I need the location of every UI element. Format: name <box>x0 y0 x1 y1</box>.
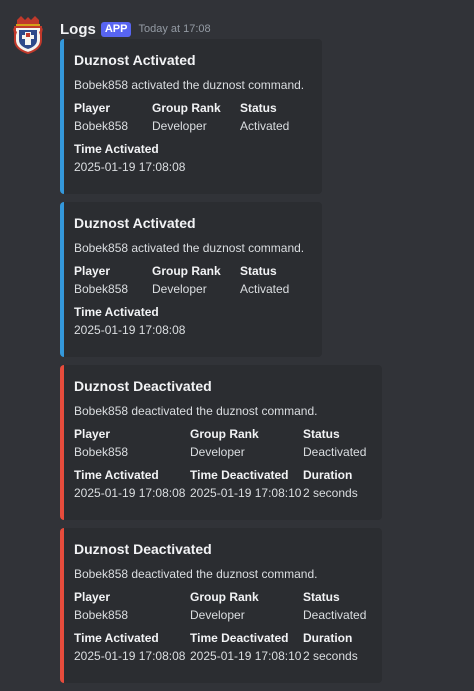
field-value: 2025-01-19 17:08:08 <box>74 323 186 337</box>
field-time-activated: Time Activated 2025-01-19 17:08:08 <box>74 304 185 338</box>
field-group-rank: Group Rank Developer <box>190 589 303 623</box>
field-value: 2025-01-19 17:08:08 <box>74 486 186 500</box>
field-time-activated: Time Activated 2025-01-19 17:08:08 <box>74 467 190 501</box>
embed-activated: Duznost Activated Bobek858 activated the… <box>60 39 322 194</box>
field-time-activated: Time Activated 2025-01-19 17:08:08 <box>74 141 185 175</box>
field-name: Time Activated <box>74 305 159 319</box>
field-player: Player Bobek858 <box>74 426 190 460</box>
field-value: Activated <box>240 119 290 133</box>
message-header: Logs APP Today at 17:08 <box>60 19 211 39</box>
field-value: Deactivated <box>303 608 367 622</box>
field-name: Group Rank <box>190 590 259 604</box>
field-value: 2025-01-19 17:08:08 <box>74 160 186 174</box>
field-name: Time Activated <box>74 631 159 645</box>
bot-message: Logs APP Today at 17:08 Duznost Activate… <box>0 0 474 691</box>
field-value: 2025-01-19 17:08:10 <box>190 649 302 663</box>
field-name: Group Rank <box>152 101 221 115</box>
field-value: Bobek858 <box>74 445 129 459</box>
embed-title: Duznost Activated <box>74 52 196 68</box>
field-value: Developer <box>152 282 207 296</box>
field-value: Deactivated <box>303 445 367 459</box>
field-status: Status Deactivated <box>303 589 366 623</box>
field-time-activated: Time Activated 2025-01-19 17:08:08 <box>74 630 190 664</box>
field-player: Player Bobek858 <box>74 263 152 297</box>
embed-title: Duznost Deactivated <box>74 378 212 394</box>
field-group-rank: Group Rank Developer <box>152 100 240 134</box>
embed-activated: Duznost Activated Bobek858 activated the… <box>60 202 322 357</box>
field-name: Time Deactivated <box>190 468 289 482</box>
field-group-rank: Group Rank Developer <box>190 426 303 460</box>
field-name: Group Rank <box>152 264 221 278</box>
timestamp[interactable]: Today at 17:08 <box>138 23 210 35</box>
embed-description: Bobek858 activated the duznost command. <box>74 241 305 255</box>
field-name: Status <box>303 427 340 441</box>
field-player: Player Bobek858 <box>74 589 190 623</box>
field-value: Activated <box>240 282 290 296</box>
field-name: Status <box>240 101 277 115</box>
field-name: Player <box>74 427 111 441</box>
field-name: Time Deactivated <box>190 631 289 645</box>
field-status: Status Deactivated <box>303 426 366 460</box>
app-badge: APP <box>100 21 132 37</box>
field-status: Status Activated <box>240 100 289 134</box>
field-time-deactivated: Time Deactivated 2025-01-19 17:08:10 <box>190 467 303 501</box>
embed-description: Bobek858 deactivated the duznost command… <box>74 567 318 581</box>
field-time-deactivated: Time Deactivated 2025-01-19 17:08:10 <box>190 630 303 664</box>
field-value: Developer <box>152 119 207 133</box>
field-name: Time Activated <box>74 468 159 482</box>
embed-description: Bobek858 activated the duznost command. <box>74 78 305 92</box>
field-value: Bobek858 <box>74 282 129 296</box>
embed-deactivated: Duznost Deactivated Bobek858 deactivated… <box>60 528 382 683</box>
username[interactable]: Logs <box>60 21 96 38</box>
field-value: Developer <box>190 445 245 459</box>
field-name: Group Rank <box>190 427 259 441</box>
field-name: Status <box>303 590 340 604</box>
field-group-rank: Group Rank Developer <box>152 263 240 297</box>
avatar[interactable] <box>11 16 45 55</box>
field-value: Bobek858 <box>74 119 129 133</box>
field-duration: Duration 2 seconds <box>303 630 358 664</box>
field-duration: Duration 2 seconds <box>303 467 358 501</box>
field-value: 2 seconds <box>303 649 358 663</box>
embed-description: Bobek858 deactivated the duznost command… <box>74 404 318 418</box>
embed-title: Duznost Deactivated <box>74 541 212 557</box>
field-name: Player <box>74 101 111 115</box>
embed-deactivated: Duznost Deactivated Bobek858 deactivated… <box>60 365 382 520</box>
field-name: Duration <box>303 468 353 482</box>
field-player: Player Bobek858 <box>74 100 152 134</box>
field-name: Player <box>74 264 111 278</box>
embed-title: Duznost Activated <box>74 215 196 231</box>
field-value: Bobek858 <box>74 608 129 622</box>
field-name: Time Activated <box>74 142 159 156</box>
field-status: Status Activated <box>240 263 289 297</box>
field-name: Status <box>240 264 277 278</box>
crest-shield-icon <box>13 16 43 55</box>
field-value: 2025-01-19 17:08:10 <box>190 486 302 500</box>
field-name: Player <box>74 590 111 604</box>
field-value: Developer <box>190 608 245 622</box>
field-value: 2025-01-19 17:08:08 <box>74 649 186 663</box>
field-name: Duration <box>303 631 353 645</box>
field-value: 2 seconds <box>303 486 358 500</box>
